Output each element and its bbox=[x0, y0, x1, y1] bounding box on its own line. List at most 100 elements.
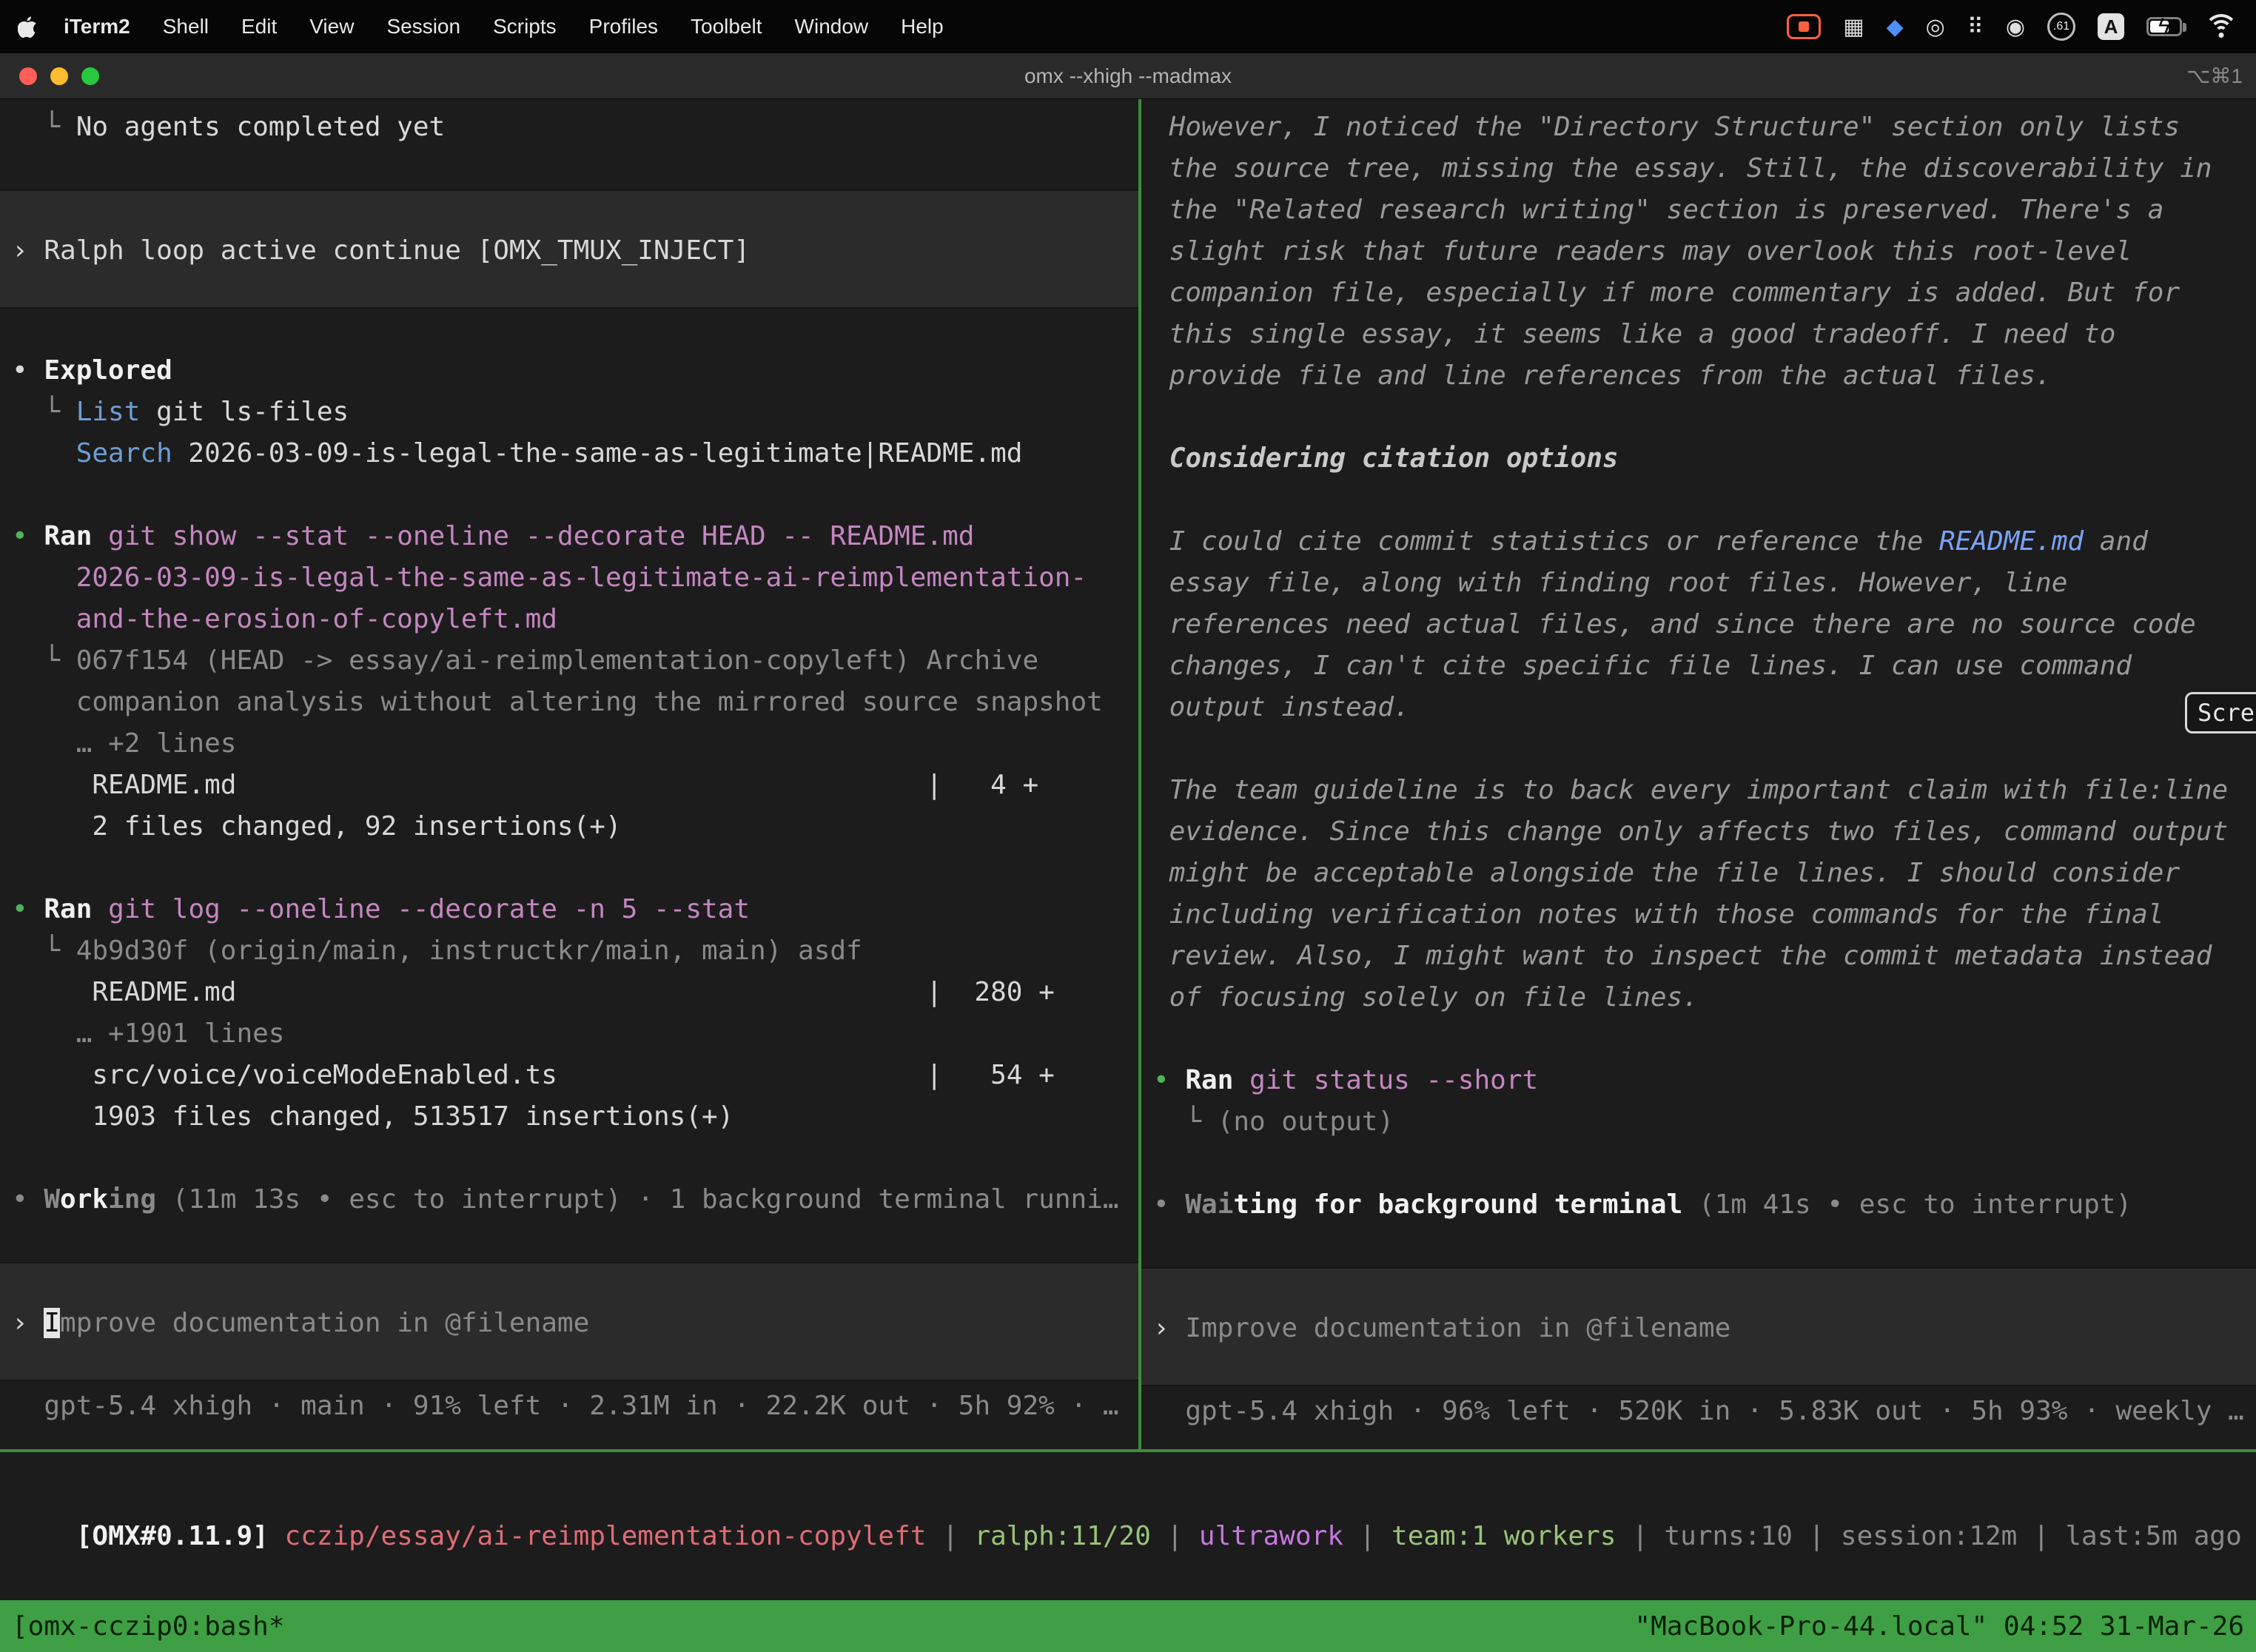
composer-input[interactable]: › Improve documentation in @filename bbox=[1141, 1267, 2256, 1386]
terminal-line: slight risk that future readers may over… bbox=[1141, 231, 2256, 272]
terminal-line bbox=[1141, 480, 2256, 521]
text-segment: › bbox=[12, 1308, 44, 1338]
menu-item-profiles[interactable]: Profiles bbox=[589, 15, 658, 38]
text-segment: No agents completed yet bbox=[76, 112, 446, 142]
menu-bar-status-icons: ▦ ◆ ◎ ⠿ ◉ .61 A ϟ bbox=[1787, 13, 2238, 41]
menu-item-window[interactable]: Window bbox=[795, 15, 869, 38]
text-segment: src/voice/voiceModeEnabled.ts | 54 + bbox=[12, 1060, 1055, 1090]
omx-turns: turns:10 bbox=[1664, 1521, 1792, 1551]
menu-item-iterm2[interactable]: iTerm2 bbox=[64, 15, 130, 38]
menu-item-session[interactable]: Session bbox=[386, 15, 460, 38]
text-segment: Considering citation options bbox=[1169, 443, 1619, 474]
text-segment: • bbox=[1153, 1065, 1185, 1095]
text-segment: 1903 files changed, 513517 insertions(+) bbox=[12, 1101, 733, 1132]
text-segment bbox=[12, 687, 76, 717]
text-segment: └ bbox=[12, 645, 76, 676]
dots-grid-icon[interactable]: ⠿ bbox=[1967, 14, 1984, 40]
terminal-line: • Ran git show --stat --oneline --decora… bbox=[0, 516, 1138, 557]
text-segment: ing bbox=[108, 1184, 156, 1215]
menu-item-toolbelt[interactable]: Toolbelt bbox=[691, 15, 762, 38]
terminal-area: └ No agents completed yet › Ralph loop ac… bbox=[0, 99, 2256, 1600]
terminal-line: README.md | 280 + bbox=[0, 972, 1138, 1013]
terminal-line bbox=[1141, 1226, 2256, 1267]
terminal-line: the source tree, missing the essay. Stil… bbox=[1141, 148, 2256, 189]
terminal-line: └ (no output) bbox=[1141, 1101, 2256, 1143]
terminal-line: … +2 lines bbox=[0, 723, 1138, 765]
text-segment: W bbox=[44, 1184, 60, 1215]
input-source-icon[interactable]: A bbox=[2098, 13, 2124, 40]
text-segment: ting for background terminal bbox=[1233, 1189, 1682, 1220]
text-segment: • bbox=[12, 521, 44, 551]
ralph-loop-banner[interactable]: › Ralph loop active continue [OMX_TMUX_I… bbox=[0, 189, 1138, 309]
text-segment: … +1901 lines bbox=[76, 1018, 285, 1049]
window-grid-icon[interactable]: ▦ bbox=[1843, 14, 1864, 40]
text-segment: README.md | 4 + bbox=[12, 770, 1038, 800]
terminal-line: However, I noticed the "Directory Struct… bbox=[1141, 107, 2256, 148]
text-segment: (no output) bbox=[1218, 1107, 1394, 1137]
text-segment: changes, I can't cite specific file line… bbox=[1153, 651, 2132, 681]
terminal-line bbox=[1141, 397, 2256, 438]
text-segment bbox=[1153, 1396, 1185, 1426]
screen-recording-indicator-icon[interactable] bbox=[1787, 14, 1821, 39]
terminal-line: README.md | 4 + bbox=[0, 765, 1138, 806]
text-segment: The team guideline is to back every impo… bbox=[1153, 775, 2228, 805]
terminal-line bbox=[1141, 728, 2256, 770]
stop-square-icon bbox=[1799, 21, 1809, 32]
right-terminal-pane[interactable]: However, I noticed the "Directory Struct… bbox=[1141, 99, 2256, 1449]
left-terminal-pane[interactable]: └ No agents completed yet › Ralph loop ac… bbox=[0, 99, 1138, 1449]
terminal-line: Search 2026-03-09-is-legal-the-same-as-l… bbox=[0, 433, 1138, 474]
terminal-line: companion file, especially if more comme… bbox=[1141, 272, 2256, 314]
text-segment: 2026-03-09-is-legal-the-same-as-legitima… bbox=[76, 563, 1087, 593]
text-segment: mprove documentation in @filename bbox=[60, 1308, 589, 1338]
terminal-line: including verification notes with those … bbox=[1141, 894, 2256, 936]
keyhole-icon[interactable]: ◉ bbox=[2006, 14, 2025, 40]
menu-item-shell[interactable]: Shell bbox=[163, 15, 209, 38]
tmux-host-clock: "MacBook-Pro-44.local" 04:52 31-Mar-26 bbox=[1634, 1611, 2244, 1642]
text-segment: evidence. Since this change only affects… bbox=[1153, 816, 2228, 847]
text-segment: provide file and line references from th… bbox=[1153, 360, 2052, 391]
apple-menu-icon[interactable] bbox=[18, 16, 37, 38]
screenshot-tooltip: Scre bbox=[2185, 692, 2256, 733]
terminal-line bbox=[0, 309, 1138, 350]
terminal-line bbox=[0, 1220, 1138, 1262]
terminal-line: └ List git ls-files bbox=[0, 392, 1138, 433]
terminal-line: essay file, along with finding root file… bbox=[1141, 563, 2256, 604]
text-segment: I could cite commit statistics or refere… bbox=[1153, 526, 1939, 557]
terminal-line bbox=[0, 148, 1138, 189]
terminal-line: Considering citation options bbox=[1141, 438, 2256, 480]
omx-status-pane: [OMX#0.11.9] cczip/essay/ai-reimplementa… bbox=[0, 1452, 2256, 1600]
text-segment: review. Also, I might want to inspect th… bbox=[1153, 941, 2212, 971]
text-segment: and-the-erosion-of-copyleft.md bbox=[76, 604, 557, 634]
window-title: omx --xhigh --madmax bbox=[0, 64, 2256, 88]
terminal-line: references need actual files, and since … bbox=[1141, 604, 2256, 645]
menu-item-view[interactable]: View bbox=[309, 15, 354, 38]
text-segment: Ran bbox=[1185, 1065, 1233, 1095]
text-segment: references need actual files, and since … bbox=[1153, 609, 2196, 639]
menu-item-edit[interactable]: Edit bbox=[241, 15, 277, 38]
terminal-line: The team guideline is to back every impo… bbox=[1141, 770, 2256, 811]
text-segment bbox=[1233, 1065, 1249, 1095]
text-segment: the "Related research writing" section i… bbox=[1153, 195, 2163, 225]
terminal-line: • Waiting for background terminal (1m 41… bbox=[1141, 1184, 2256, 1226]
text-segment: • bbox=[12, 355, 44, 386]
menu-item-help[interactable]: Help bbox=[901, 15, 944, 38]
composer-input[interactable]: › Improve documentation in @filename bbox=[0, 1262, 1138, 1381]
omx-mode: ultrawork bbox=[1199, 1521, 1343, 1551]
macos-menu-bar: iTerm2 Shell Edit View Session Scripts P… bbox=[0, 0, 2256, 53]
tmux-window-item[interactable]: [omx-cczip0:bash* bbox=[12, 1611, 284, 1642]
raycast-icon[interactable]: ◆ bbox=[1887, 14, 1904, 40]
wifi-icon[interactable] bbox=[2204, 14, 2238, 39]
text-segment: … +2 lines bbox=[76, 728, 237, 759]
battery-gauge-icon[interactable]: .61 bbox=[2047, 13, 2075, 41]
text-segment bbox=[1153, 443, 1169, 474]
battery-charging-icon[interactable]: ϟ bbox=[2146, 17, 2182, 36]
menu-item-scripts[interactable]: Scripts bbox=[493, 15, 557, 38]
text-segment: 2026-03-09-is-legal-the-same-as-legitima… bbox=[172, 438, 1023, 469]
camera-app-icon[interactable]: ◎ bbox=[1926, 14, 1945, 40]
terminal-line: 1903 files changed, 513517 insertions(+) bbox=[0, 1096, 1138, 1138]
terminal-line: I could cite commit statistics or refere… bbox=[1141, 521, 2256, 563]
text-segment: and bbox=[2084, 526, 2148, 557]
omx-last: last:5m ago bbox=[2065, 1521, 2241, 1551]
text-segment: (11m 13s • esc to interrupt) · 1 backgro… bbox=[172, 1184, 1119, 1215]
omx-team: team:1 workers bbox=[1391, 1521, 1616, 1551]
